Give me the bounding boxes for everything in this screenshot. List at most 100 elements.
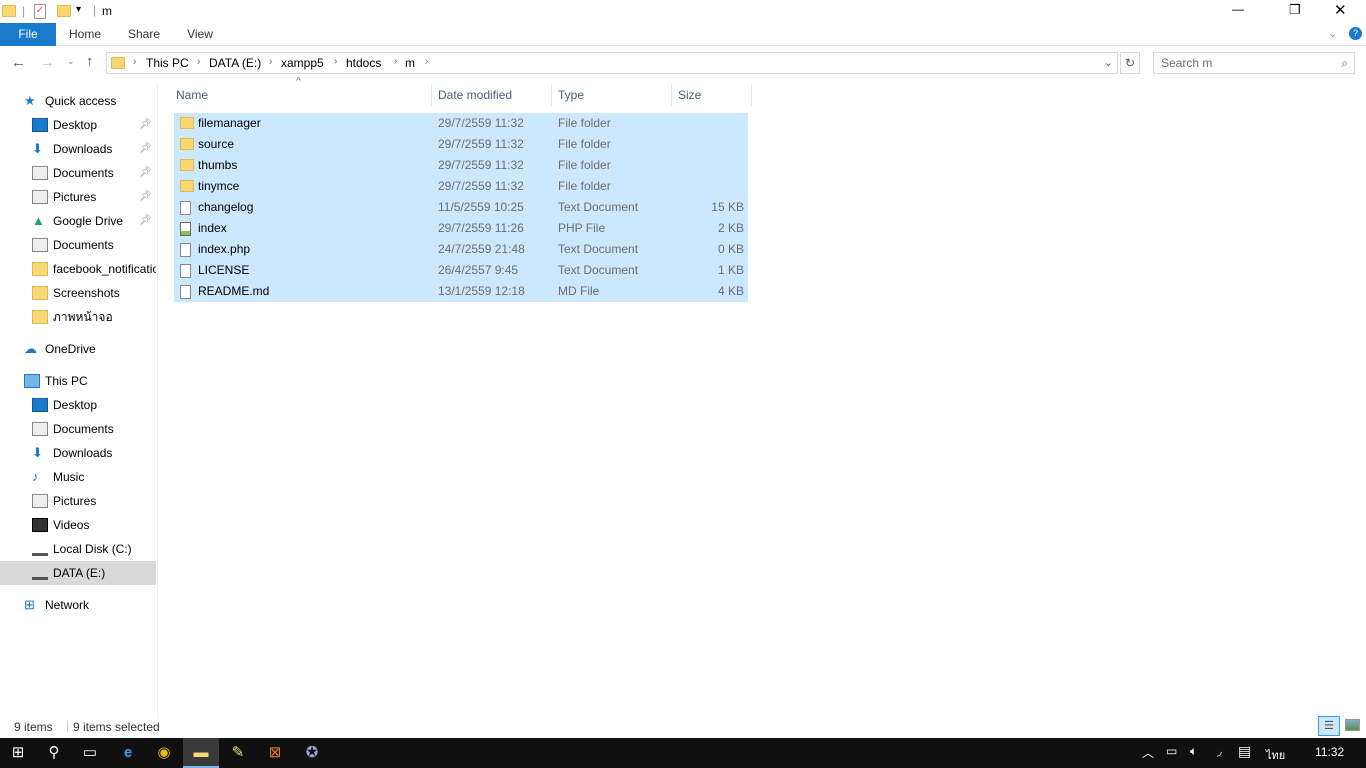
sidebar-item[interactable]: Documents [0, 233, 156, 257]
up-button[interactable]: ↑ [86, 53, 94, 70]
column-header-type[interactable]: Type [552, 84, 672, 106]
clock[interactable]: 11:32 [1315, 745, 1344, 759]
language-indicator[interactable]: ไทย [1266, 746, 1285, 764]
sidebar-item[interactable]: Desktop 📌︎ [0, 113, 156, 137]
sidebar-item[interactable]: Pictures [0, 489, 156, 513]
file-row[interactable]: thumbs 29/7/2559 11:32 File folder [174, 155, 748, 176]
sidebar-item[interactable]: This PC [0, 369, 156, 393]
help-icon[interactable]: ? [1349, 27, 1362, 40]
file-row[interactable]: index 29/7/2559 11:26 PHP File 2 KB [174, 218, 748, 239]
start-button[interactable]: ⊞ [0, 738, 36, 768]
folder-icon [111, 57, 125, 69]
forward-button[interactable]: → [40, 54, 55, 71]
sidebar-item[interactable]: Screenshots [0, 281, 156, 305]
file-size: 15 KB [711, 200, 744, 214]
new-folder-icon[interactable] [57, 5, 71, 17]
action-center-icon[interactable]: ▤ [1238, 743, 1251, 760]
column-header-date[interactable]: Date modified [432, 84, 552, 106]
sidebar-item[interactable]: ☁ OneDrive [0, 337, 156, 361]
edge-icon[interactable]: e [110, 738, 146, 768]
column-header-name[interactable]: Name [170, 84, 432, 106]
breadcrumb-m[interactable]: m [405, 56, 415, 70]
tab-share[interactable]: Share [122, 23, 166, 46]
notepad-icon[interactable]: ✎ [220, 738, 256, 768]
breadcrumb-data[interactable]: DATA (E:) [209, 56, 261, 70]
file-type: File folder [558, 116, 611, 130]
sidebar-item[interactable]: ★ Quick access [0, 89, 156, 113]
customize-toolbar-icon[interactable]: ▾ [76, 4, 81, 15]
refresh-button[interactable]: ↻ [1120, 52, 1140, 74]
breadcrumb-this-pc[interactable]: This PC [146, 56, 189, 70]
tab-home[interactable]: Home [62, 23, 108, 46]
show-hidden-icons[interactable]: ︿ [1142, 744, 1154, 761]
file-row[interactable]: filemanager 29/7/2559 11:32 File folder [174, 113, 748, 134]
sidebar-item[interactable]: ⊞ Network [0, 593, 156, 617]
sidebar-item[interactable]: ภาพหน้าจอ [0, 305, 156, 329]
sidebar-item[interactable]: Videos [0, 513, 156, 537]
pin-icon[interactable]: 📌︎ [139, 185, 152, 209]
sidebar-item[interactable]: ⬇ Downloads [0, 441, 156, 465]
volume-icon[interactable]: 🔈︎ [1190, 744, 1197, 759]
file-row[interactable]: tinymce 29/7/2559 11:32 File folder [174, 176, 748, 197]
pin-icon[interactable]: 📌︎ [139, 137, 152, 161]
google-drive-icon: ▲ [32, 213, 45, 228]
address-bar[interactable]: › This PC › DATA (E:) › xampp5 › htdocs › m ›… [106, 52, 1118, 74]
sidebar-item[interactable]: DATA (E:) [0, 561, 156, 585]
minimize-button[interactable]: — [1232, 2, 1244, 16]
search-icon[interactable]: ⚲ [36, 738, 72, 768]
file-row[interactable]: index.php 24/7/2559 21:48 Text Document 0 K… [174, 239, 748, 260]
sidebar-item[interactable]: ♪ Music [0, 465, 156, 489]
search-input[interactable]: Search m ⌕ [1153, 52, 1355, 74]
file-row[interactable]: source 29/7/2559 11:32 File folder [174, 134, 748, 155]
pin-icon[interactable]: 📌︎ [139, 113, 152, 137]
app-icon[interactable]: ✪ [294, 738, 330, 768]
sidebar-item-label: Music [53, 470, 85, 484]
sidebar-item[interactable]: Pictures 📌︎ [0, 185, 156, 209]
close-button[interactable]: ✕ [1334, 1, 1347, 19]
back-button[interactable]: ← [11, 54, 26, 71]
sidebar-item[interactable]: facebook_notifications [0, 257, 156, 281]
file-size: 0 KB [717, 242, 744, 256]
folder-icon [32, 262, 48, 276]
sidebar-item[interactable]: Documents 📌︎ [0, 161, 156, 185]
details-view-button[interactable]: ☰ [1318, 716, 1340, 736]
file-row[interactable]: README.md 13/1/2559 12:18 MD File 4 KB [174, 281, 748, 302]
large-icons-view-button[interactable] [1345, 719, 1360, 731]
sidebar-item[interactable]: ▲ Google Drive 📌︎ [0, 209, 156, 233]
expand-ribbon-icon[interactable]: ⌄ [1328, 27, 1337, 40]
onedrive-icon: ☁ [24, 341, 37, 356]
xampp-icon[interactable]: ⊠ [257, 738, 293, 768]
wifi-icon[interactable]: ◞ [1217, 744, 1222, 758]
sidebar-item-label: Google Drive [53, 214, 124, 228]
file-row[interactable]: LICENSE 26/4/2557 9:45 Text Document 1 KB [174, 260, 748, 281]
tab-file[interactable]: File [0, 23, 56, 46]
task-view-icon[interactable]: ▭ [72, 738, 108, 768]
pictures-icon [32, 190, 48, 204]
sidebar-item[interactable]: Desktop [0, 393, 156, 417]
recent-locations-button[interactable]: ⌄ [67, 56, 75, 67]
maximize-button[interactable]: ❐ [1289, 2, 1301, 18]
pin-icon[interactable]: 📌︎ [139, 209, 152, 233]
breadcrumb-xampp5[interactable]: xampp5 [281, 56, 324, 70]
sidebar-item[interactable]: Local Disk (C:) [0, 537, 156, 561]
chrome-icon[interactable]: ◉ [146, 738, 182, 768]
sidebar-item-label: Network [45, 598, 90, 612]
file-date: 29/7/2559 11:32 [438, 137, 524, 151]
battery-icon[interactable]: ▭ [1166, 744, 1177, 758]
file-icon [180, 285, 191, 299]
file-icon [180, 201, 191, 215]
properties-icon[interactable]: ✓ [34, 4, 46, 19]
breadcrumb-htdocs[interactable]: htdocs [346, 56, 381, 70]
sidebar-item[interactable]: Documents [0, 417, 156, 441]
navigation-pane: ★ Quick access Desktop 📌︎ ⬇ Downloads 📌︎ Docume… [0, 84, 158, 718]
tab-view[interactable]: View [180, 23, 220, 46]
column-header-size[interactable]: Size [672, 84, 752, 106]
file-explorer-icon[interactable]: ▬ [183, 738, 219, 768]
folder-icon [32, 286, 48, 300]
file-row[interactable]: changelog 11/5/2559 10:25 Text Document 15 … [174, 197, 748, 218]
music-icon: ♪ [32, 469, 39, 484]
pin-icon[interactable]: 📌︎ [139, 161, 152, 185]
sidebar-item[interactable]: ⬇ Downloads 📌︎ [0, 137, 156, 161]
folder-icon [180, 180, 194, 192]
address-dropdown-icon[interactable]: ⌄ [1104, 56, 1113, 69]
